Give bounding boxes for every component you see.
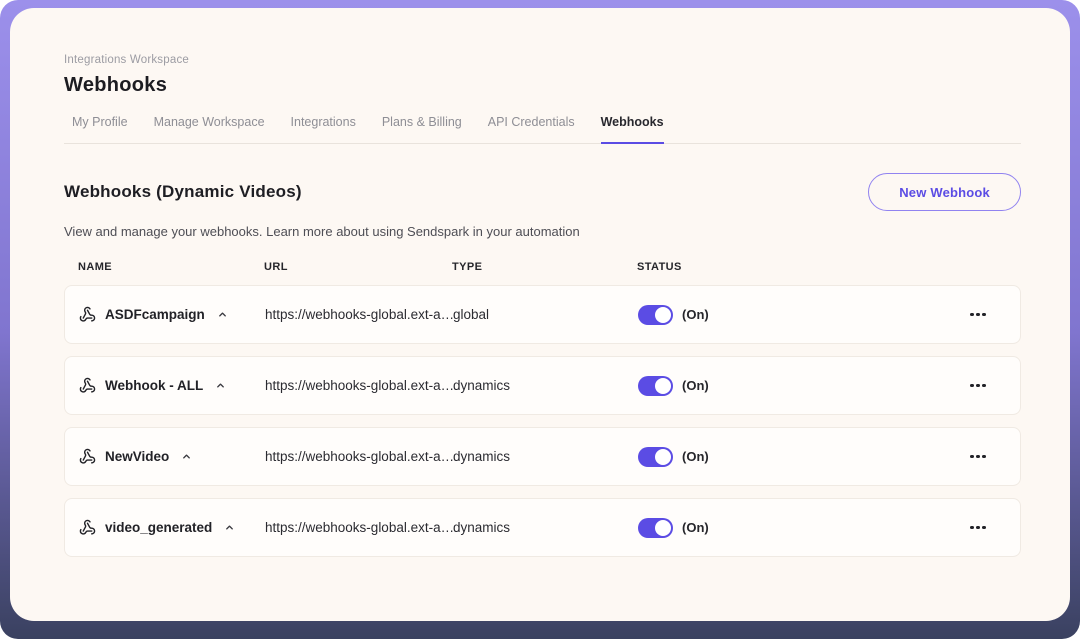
section-title: Webhooks (Dynamic Videos) <box>64 182 302 202</box>
section-subtitle: View and manage your webhooks. Learn mor… <box>64 224 1021 239</box>
tab-api-credentials[interactable]: API Credentials <box>488 111 575 143</box>
column-header-url: URL <box>264 261 452 273</box>
status-toggle[interactable] <box>638 305 673 325</box>
table-row: video_generated https://webhooks-global.… <box>64 498 1021 557</box>
table-row: Webhook - ALL https://webhooks-global.ex… <box>64 356 1021 415</box>
tab-integrations[interactable]: Integrations <box>291 111 356 143</box>
webhook-name: Webhook - ALL <box>105 378 203 393</box>
webhook-url: https://webhooks-global.ext-a… <box>265 307 453 322</box>
table-header: NAME URL TYPE STATUS <box>64 261 1021 273</box>
webhook-list: ASDFcampaign https://webhooks-global.ext… <box>64 285 1021 557</box>
table-row: NewVideo https://webhooks-global.ext-a… … <box>64 427 1021 486</box>
breadcrumb[interactable]: Integrations Workspace <box>64 54 1021 66</box>
webhook-icon <box>79 448 96 465</box>
webhook-type: dynamics <box>453 378 638 393</box>
webhook-type: dynamics <box>453 449 638 464</box>
webhook-icon <box>79 519 96 536</box>
page-title: Webhooks <box>64 74 1021 97</box>
toggle-knob <box>655 378 671 394</box>
column-header-type: TYPE <box>452 261 637 273</box>
main-card: Integrations Workspace Webhooks My Profi… <box>10 8 1070 621</box>
status-label: (On) <box>682 307 709 322</box>
column-header-status: STATUS <box>637 261 955 273</box>
tab-plans-billing[interactable]: Plans & Billing <box>382 111 462 143</box>
chevron-up-icon[interactable] <box>217 309 228 320</box>
status-toggle[interactable] <box>638 518 673 538</box>
toggle-knob <box>655 449 671 465</box>
webhook-name: NewVideo <box>105 449 169 464</box>
status-label: (On) <box>682 378 709 393</box>
status-toggle[interactable] <box>638 376 673 396</box>
row-menu-button[interactable] <box>968 520 988 536</box>
webhook-url: https://webhooks-global.ext-a… <box>265 449 453 464</box>
chevron-up-icon[interactable] <box>215 380 226 391</box>
webhook-url: https://webhooks-global.ext-a… <box>265 520 453 535</box>
tab-my-profile[interactable]: My Profile <box>72 111 128 143</box>
status-label: (On) <box>682 520 709 535</box>
table-row: ASDFcampaign https://webhooks-global.ext… <box>64 285 1021 344</box>
webhook-icon <box>79 377 96 394</box>
row-menu-button[interactable] <box>968 449 988 465</box>
webhook-url: https://webhooks-global.ext-a… <box>265 378 453 393</box>
tab-bar: My Profile Manage Workspace Integrations… <box>64 111 1021 144</box>
chevron-up-icon[interactable] <box>224 522 235 533</box>
toggle-knob <box>655 520 671 536</box>
column-header-name: NAME <box>78 261 264 273</box>
toggle-knob <box>655 307 671 323</box>
webhook-name: video_generated <box>105 520 212 535</box>
row-menu-button[interactable] <box>968 378 988 394</box>
chevron-up-icon[interactable] <box>181 451 192 462</box>
webhook-name: ASDFcampaign <box>105 307 205 322</box>
webhook-type: global <box>453 307 638 322</box>
tab-webhooks[interactable]: Webhooks <box>601 111 664 144</box>
webhook-type: dynamics <box>453 520 638 535</box>
status-toggle[interactable] <box>638 447 673 467</box>
app-frame: Integrations Workspace Webhooks My Profi… <box>0 0 1080 639</box>
webhook-icon <box>79 306 96 323</box>
tab-manage-workspace[interactable]: Manage Workspace <box>154 111 265 143</box>
status-label: (On) <box>682 449 709 464</box>
row-menu-button[interactable] <box>968 307 988 323</box>
new-webhook-button[interactable]: New Webhook <box>868 173 1021 211</box>
